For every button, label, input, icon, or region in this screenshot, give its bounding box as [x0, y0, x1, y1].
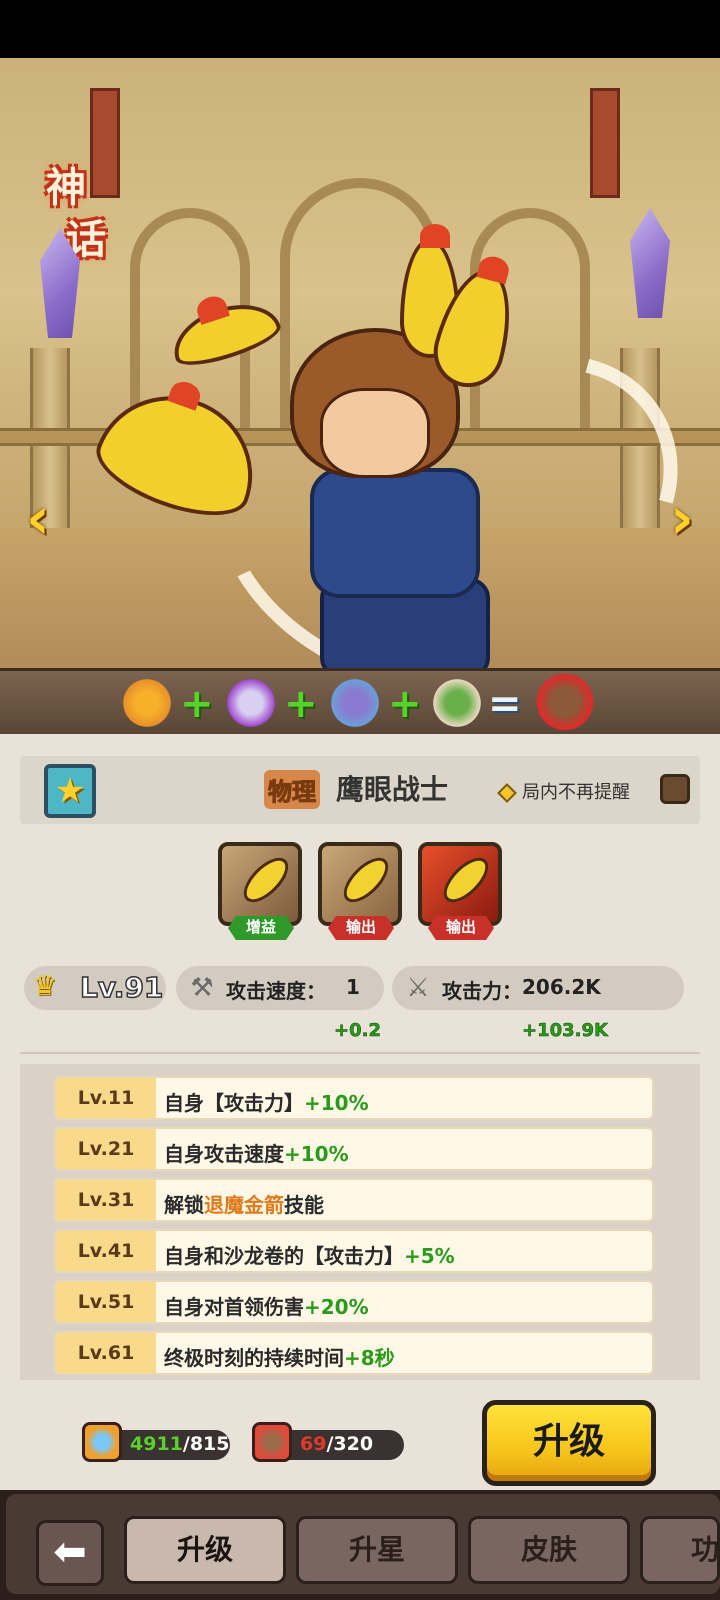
unlock-description: 自身【攻击力】+10%	[164, 1091, 369, 1115]
level-unlock-row: Lv.51 自身对首领伤害+20%	[54, 1280, 654, 1324]
attack-speed-icon: ⚒	[190, 973, 214, 1003]
skill-fire-chicken-icon[interactable]	[418, 842, 502, 926]
tab-star-up[interactable]: 升星	[296, 1516, 458, 1584]
unlock-description: 终极时刻的持续时间+8秒	[164, 1346, 395, 1370]
hero-name: 鹰眼战士	[336, 773, 449, 806]
back-arrow-icon[interactable]: ⬅	[36, 1520, 104, 1586]
skill-slot-1[interactable]: 增益	[218, 842, 304, 942]
unlock-description: 自身对首领伤害+20%	[164, 1295, 369, 1319]
attack-speed-pill: ⚒ 攻击速度： 1	[176, 966, 384, 1010]
level-unlock-row: Lv.11 自身【攻击力】+10%	[54, 1076, 654, 1120]
combo-hero-3[interactable]	[326, 677, 384, 729]
skill-buff-icon[interactable]	[218, 842, 302, 926]
no-remind-text: 局内不再提醒	[522, 782, 630, 803]
hero-shard-count: 69/320	[300, 1433, 374, 1455]
unlock-level: Lv.61	[56, 1333, 156, 1373]
unlock-level: Lv.51	[56, 1282, 156, 1322]
status-bar	[0, 0, 720, 58]
hero-level: Lv.91	[79, 970, 164, 1005]
level-unlock-row: Lv.61 终极时刻的持续时间+8秒	[54, 1331, 654, 1375]
skill-slot-3[interactable]: 输出	[418, 842, 504, 942]
unlock-description: 自身和沙龙卷的【攻击力】+5%	[164, 1244, 455, 1268]
prev-hero-arrow-icon[interactable]: ‹	[16, 483, 60, 553]
combo-result-hero[interactable]	[530, 673, 600, 731]
attack-speed-bonus: +0.2	[334, 1020, 381, 1042]
plus-icon: +	[388, 681, 422, 727]
wall-banner	[590, 88, 620, 198]
potion-count: 4911/815	[130, 1433, 230, 1455]
hero-detail-panel: ★ 物理 鹰眼战士 局内不再提醒 增益 输出 输出 ♛ Lv.91 ⚒ 攻击速度…	[0, 734, 720, 1490]
combo-strip: + + + =	[0, 668, 720, 734]
level-unlock-row: Lv.21 自身攻击速度+10%	[54, 1127, 654, 1171]
upgrade-button[interactable]: 升级	[482, 1400, 656, 1486]
attack-speed-value: 1	[346, 975, 360, 999]
attack-power-value: 206.2K	[522, 975, 601, 999]
skill-tag: 输出	[328, 916, 394, 940]
unlock-description: 自身攻击速度+10%	[164, 1142, 349, 1166]
star-icon[interactable]: ★	[44, 764, 96, 818]
crystal-right	[630, 208, 670, 318]
attack-power-pill: ⚔ 攻击力： 206.2K	[392, 966, 684, 1010]
damage-type-badge: 物理	[264, 770, 320, 809]
tab-skin[interactable]: 皮肤	[468, 1516, 630, 1584]
combo-hero-1[interactable]	[118, 677, 176, 729]
level-unlock-list[interactable]: Lv.11 自身【攻击力】+10% Lv.21 自身攻击速度+10% Lv.31…	[20, 1064, 700, 1380]
crown-icon: ♛	[32, 969, 58, 1002]
hero-title-row: ★ 物理 鹰眼战士 局内不再提醒	[20, 756, 700, 824]
unlock-description: 解锁退魔金箭技能	[164, 1193, 324, 1217]
skill-tag: 输出	[428, 916, 494, 940]
tab-more[interactable]: 功	[640, 1516, 720, 1584]
no-remind-checkbox[interactable]	[660, 774, 690, 804]
potion-icon	[82, 1422, 122, 1462]
hero-body	[310, 468, 480, 598]
level-unlock-row: Lv.41 自身和沙龙卷的【攻击力】+5%	[54, 1229, 654, 1273]
equals-icon: =	[488, 681, 522, 727]
skill-chicken-icon[interactable]	[318, 842, 402, 926]
skill-slot-2[interactable]: 输出	[318, 842, 404, 942]
rarity-char: 神	[46, 165, 86, 211]
attack-power-bonus: +103.9K	[522, 1020, 608, 1042]
skill-tag: 增益	[228, 916, 294, 940]
unlock-level: Lv.31	[56, 1180, 156, 1220]
attack-speed-label: 攻击速度：	[226, 979, 326, 1003]
potion-resource: 4911/815	[82, 1422, 230, 1462]
unlock-level: Lv.41	[56, 1231, 156, 1271]
bottom-tab-container: ⬅ 升级 升星 皮肤 功	[6, 1494, 720, 1594]
attack-power-icon: ⚔	[406, 973, 430, 1003]
combo-hero-2[interactable]	[222, 677, 280, 729]
divider	[20, 1052, 700, 1054]
bottom-tab-bar: ⬅ 升级 升星 皮肤 功	[0, 1490, 720, 1600]
plus-icon: +	[284, 681, 318, 727]
plus-icon: +	[180, 681, 214, 727]
no-remind-label: 局内不再提醒	[497, 778, 630, 804]
attack-power-label: 攻击力：	[442, 979, 522, 1003]
level-unlock-row: Lv.31 解锁退魔金箭技能	[54, 1178, 654, 1222]
hero-showcase: 神 话 ‹ › + + + =	[0, 58, 720, 734]
hero-shard-resource: 69/320	[252, 1422, 404, 1462]
tab-upgrade[interactable]: 升级	[124, 1516, 286, 1584]
unlock-level: Lv.11	[56, 1078, 156, 1118]
level-pill: ♛ Lv.91	[24, 966, 166, 1010]
diamond-icon	[497, 783, 517, 803]
hero-character	[190, 308, 570, 708]
hero-shard-icon	[252, 1422, 292, 1462]
unlock-level: Lv.21	[56, 1129, 156, 1169]
combo-hero-4[interactable]	[428, 677, 486, 729]
hero-face	[320, 388, 430, 478]
